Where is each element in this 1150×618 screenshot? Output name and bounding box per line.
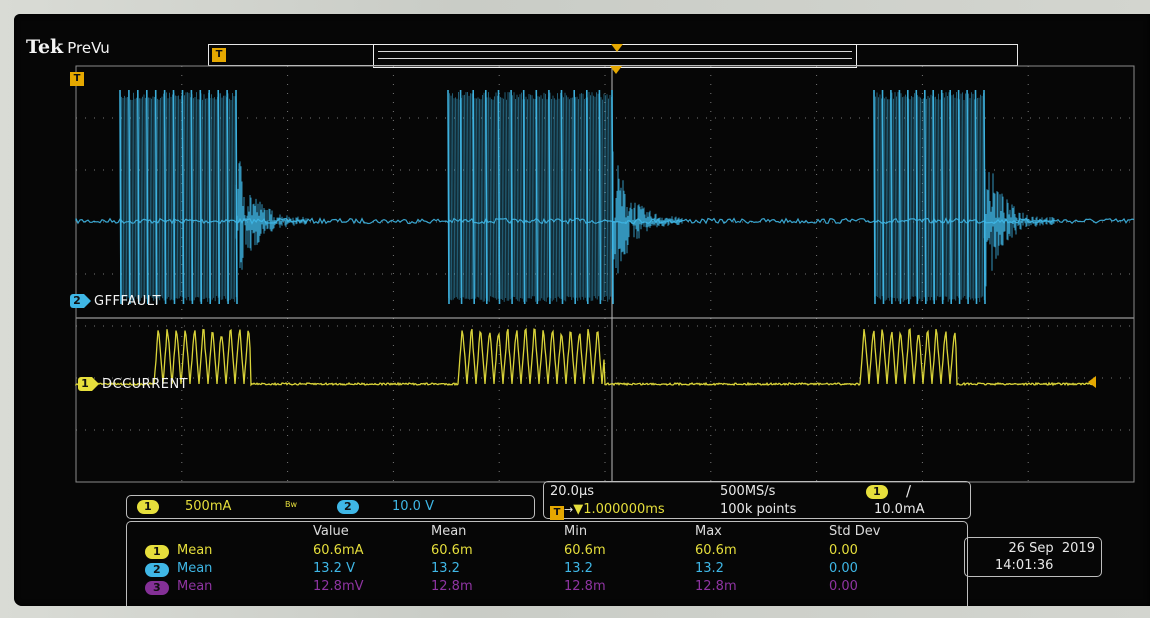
trigger-source-badge: 1 [866, 485, 888, 499]
measurement-mean: 60.6m [431, 543, 473, 558]
timebase-scale: 20.0µs [550, 484, 594, 499]
measurement-std-dev: 0.00 [829, 561, 858, 576]
ch2-ringdown [983, 171, 1055, 287]
time-display: 14:01:36 [995, 558, 1054, 573]
ch1-marker-arrow-icon [92, 377, 99, 391]
header-value: Value [313, 524, 349, 539]
trigger-position-marker[interactable]: T [70, 72, 84, 86]
scope-display: Tek PreVu T T 2 GFFFAULT 1 DCCURRENT 1 50… [14, 14, 1150, 606]
datetime-panel[interactable]: 26 Sep 2019 14:01:36 [964, 537, 1102, 577]
ch1-trace [75, 327, 1093, 387]
horizontal-trigger-readout-panel[interactable]: 20.0µs T →▼1.000000ms 500MS/s 100k points… [543, 481, 971, 520]
measurement-std-dev: 0.00 [829, 579, 858, 594]
measurement-source-badge: 2 [145, 563, 169, 577]
ch2-ringdown [235, 161, 307, 271]
ch2-badge: 2 [337, 500, 359, 514]
record-length: 100k points [720, 502, 797, 517]
trigger-level: 10.0mA [874, 502, 925, 517]
header-max: Max [695, 524, 722, 539]
ch2-marker-number: 2 [70, 294, 84, 308]
header-min: Min [564, 524, 588, 539]
measurement-mean: 13.2 [431, 561, 460, 576]
measurement-name: Mean [177, 543, 213, 558]
ch1-marker-number: 1 [78, 377, 92, 391]
measurement-name: Mean [177, 561, 213, 576]
ch1-scale: 500mA [185, 499, 232, 514]
header-mean: Mean [431, 524, 467, 539]
ch1-marker[interactable]: 1 DCCURRENT [78, 376, 188, 392]
header-std-dev: Std Dev [829, 524, 881, 539]
waveform-ch2 [75, 89, 1135, 305]
measurement-row[interactable]: 1 Mean 60.6mA 60.6m 60.6m 60.6m 0.00 [127, 543, 967, 560]
ch2-marker-arrow-icon [84, 294, 91, 308]
vertical-readout-panel[interactable]: 1 500mA Bw 2 10.0 V [126, 495, 535, 519]
measurement-min: 12.8m [564, 579, 606, 594]
measurements-panel[interactable]: Value Mean Min Max Std Dev 1 Mean 60.6mA… [126, 521, 968, 606]
date-display: 26 Sep 2019 [1008, 541, 1095, 556]
waveform-ch1 [75, 327, 1093, 387]
measurement-row[interactable]: 2 Mean 13.2 V 13.2 13.2 13.2 0.00 [127, 561, 967, 578]
measurement-value: 12.8mV [313, 579, 364, 594]
measurement-source-badge: 1 [145, 545, 169, 559]
trigger-point-icon [610, 66, 622, 74]
measurement-max: 13.2 [695, 561, 724, 576]
ch1-bandwidth-limit-icon: Bw [285, 500, 298, 509]
measurement-min: 60.6m [564, 543, 606, 558]
measurement-value: 13.2 V [313, 561, 355, 576]
measurement-value: 60.6mA [313, 543, 364, 558]
ch2-marker[interactable]: 2 GFFFAULT [70, 293, 161, 309]
ch2-ringdown [611, 151, 683, 279]
measurement-max: 12.8m [695, 579, 737, 594]
horizontal-delay: T →▼1.000000ms [550, 502, 665, 520]
delay-value: ▼1.000000ms [573, 502, 665, 517]
measurement-min: 13.2 [564, 561, 593, 576]
sample-rate: 500MS/s [720, 484, 776, 499]
ch2-label: GFFFAULT [94, 293, 162, 309]
measurements-header: Value Mean Min Max Std Dev [127, 524, 967, 541]
trigger-level-icon[interactable] [1088, 376, 1096, 388]
trigger-slope-icon: ∕ [906, 482, 912, 500]
measurement-max: 60.6m [695, 543, 737, 558]
measurement-mean: 12.8m [431, 579, 473, 594]
measurement-std-dev: 0.00 [829, 543, 858, 558]
ch2-scale: 10.0 V [392, 499, 434, 514]
delay-trigger-icon: T [550, 506, 564, 520]
delay-arrow: → [564, 503, 574, 516]
measurement-source-badge: 3 [145, 581, 169, 595]
ch1-label: DCCURRENT [102, 376, 189, 392]
measurement-name: Mean [177, 579, 213, 594]
measurement-row[interactable]: 3 Mean 12.8mV 12.8m 12.8m 12.8m 0.00 [127, 579, 967, 596]
ch1-badge: 1 [137, 500, 159, 514]
